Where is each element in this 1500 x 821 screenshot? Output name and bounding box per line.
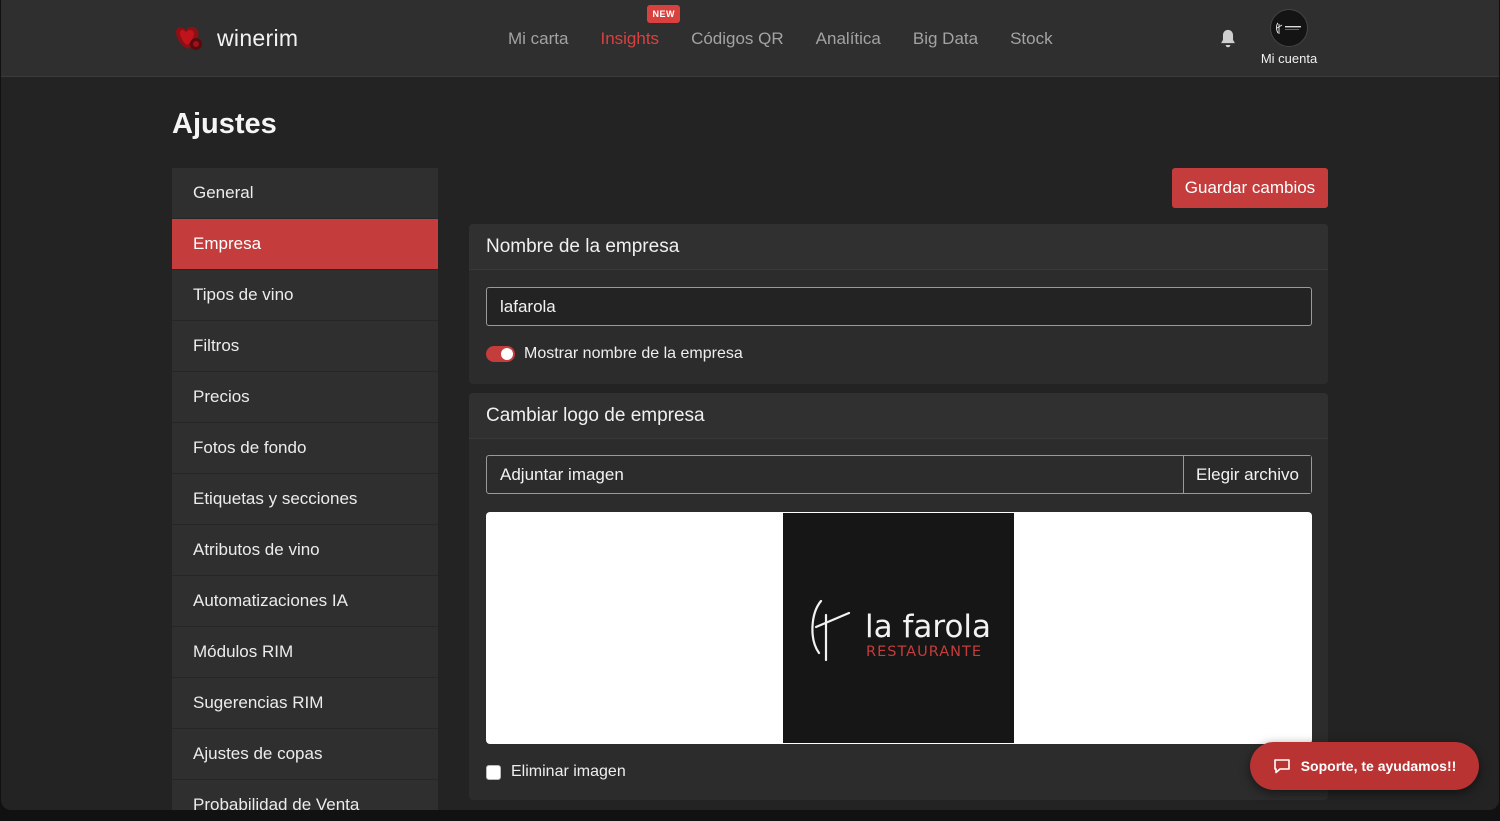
avatar	[1270, 9, 1308, 47]
new-badge: NEW	[647, 5, 680, 23]
account-label: Mi cuenta	[1260, 51, 1318, 66]
brand-name: winerim	[217, 24, 299, 51]
app-window: winerim Mi carta Insights NEW Códigos QR…	[1, 0, 1499, 810]
sidebar-item-modulos-rim[interactable]: Módulos RIM	[172, 627, 438, 678]
nav-item-insights[interactable]: Insights NEW	[600, 5, 680, 49]
toggle-knob	[501, 348, 513, 360]
chat-bubble-icon	[1273, 759, 1290, 774]
wine-logo-icon	[176, 26, 202, 50]
notifications-bell-icon[interactable]	[1217, 28, 1239, 50]
sidebar-item-etiquetas-y-secciones[interactable]: Etiquetas y secciones	[172, 474, 438, 525]
page-title: Ajustes	[172, 108, 277, 140]
settings-sidebar: General Empresa Tipos de vino Filtros Pr…	[172, 168, 438, 810]
nav-item-insights-label: Insights	[600, 29, 660, 48]
show-company-name-row: Mostrar nombre de la empresa	[486, 345, 743, 363]
remove-image-row: Eliminar imagen	[486, 763, 626, 781]
support-chat-button[interactable]: Soporte, te ayudamos!!	[1250, 742, 1479, 790]
sidebar-item-fotos-de-fondo[interactable]: Fotos de fondo	[172, 423, 438, 474]
nav-item-stock[interactable]: Stock	[1010, 29, 1053, 49]
logo-text: la farola	[865, 609, 991, 645]
company-name-card: Nombre de la empresa lafarola Mostrar no…	[469, 224, 1328, 384]
sidebar-item-automatizaciones-ia[interactable]: Automatizaciones IA	[172, 576, 438, 627]
nav-item-mi-carta[interactable]: Mi carta	[508, 29, 568, 49]
company-name-card-title: Nombre de la empresa	[469, 224, 1328, 270]
sidebar-item-ajustes-de-copas[interactable]: Ajustes de copas	[172, 729, 438, 780]
company-logo-card: Cambiar logo de empresa Adjuntar imagen …	[469, 393, 1328, 800]
top-navigation-bar: winerim Mi carta Insights NEW Códigos QR…	[1, 0, 1499, 77]
sidebar-item-precios[interactable]: Precios	[172, 372, 438, 423]
nav-item-analitica[interactable]: Analítica	[816, 29, 881, 49]
sidebar-item-atributos-de-vino[interactable]: Atributos de vino	[172, 525, 438, 576]
sidebar-item-tipos-de-vino[interactable]: Tipos de vino	[172, 270, 438, 321]
sidebar-item-general[interactable]: General	[172, 168, 438, 219]
save-changes-button[interactable]: Guardar cambios	[1172, 168, 1328, 208]
remove-image-checkbox[interactable]	[486, 764, 501, 780]
choose-file-button[interactable]: Elegir archivo	[1183, 456, 1311, 493]
main-nav: Mi carta Insights NEW Códigos QR Analíti…	[508, 5, 1085, 49]
sidebar-item-probabilidad-de-venta[interactable]: Probabilidad de Venta	[172, 780, 438, 810]
remove-image-label: Eliminar imagen	[511, 763, 626, 780]
company-logo-image: la farola RESTAURANTE	[783, 513, 1014, 743]
sidebar-item-sugerencias-rim[interactable]: Sugerencias RIM	[172, 678, 438, 729]
logo-preview: la farola RESTAURANTE	[486, 512, 1312, 744]
sidebar-item-empresa[interactable]: Empresa	[172, 219, 438, 270]
sidebar-item-filtros[interactable]: Filtros	[172, 321, 438, 372]
company-logo-icon	[1276, 22, 1301, 34]
brand[interactable]: winerim	[172, 22, 298, 54]
nav-item-codigos-qr[interactable]: Códigos QR	[691, 29, 784, 49]
company-name-input[interactable]: lafarola	[486, 287, 1312, 326]
la-farola-logo-icon: la farola RESTAURANTE	[811, 599, 991, 662]
logo-subtext: RESTAURANTE	[866, 644, 982, 660]
account-menu[interactable]: Mi cuenta	[1251, 9, 1327, 66]
logo-file-input[interactable]: Adjuntar imagen Elegir archivo	[486, 455, 1312, 494]
support-label: Soporte, te ayudamos!!	[1300, 758, 1457, 774]
company-logo-card-title: Cambiar logo de empresa	[469, 393, 1328, 439]
show-company-name-label: Mostrar nombre de la empresa	[524, 345, 743, 362]
show-company-name-toggle[interactable]	[486, 346, 515, 362]
file-input-placeholder: Adjuntar imagen	[500, 464, 624, 484]
nav-item-big-data[interactable]: Big Data	[913, 29, 978, 49]
